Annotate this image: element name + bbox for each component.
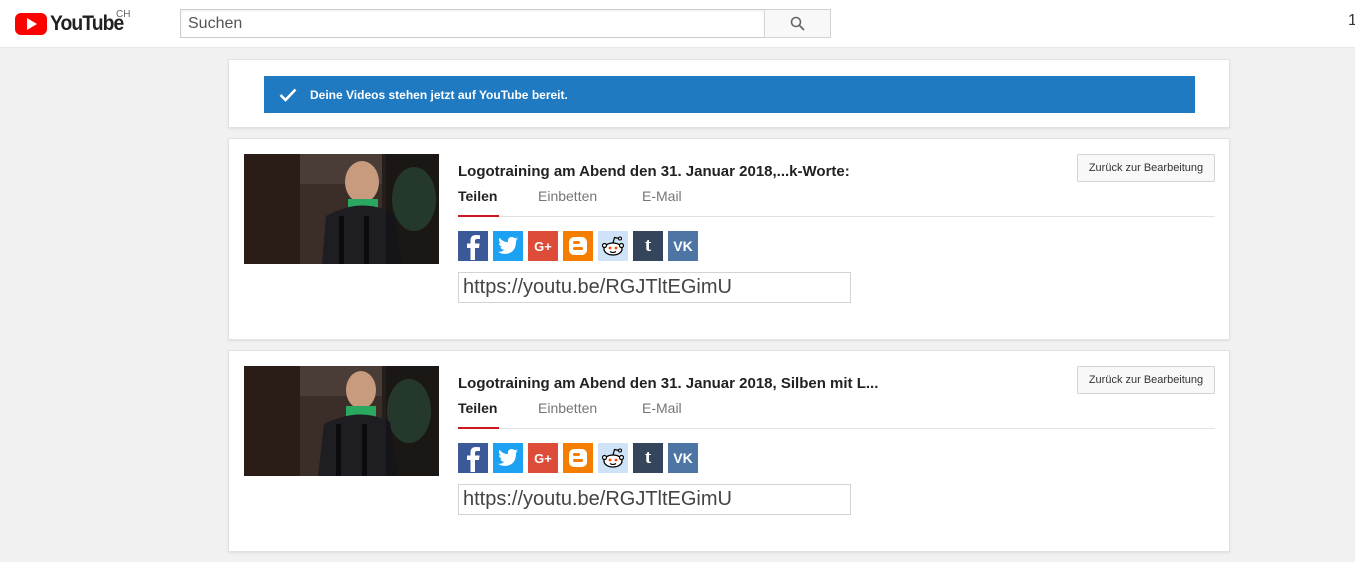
youtube-logo[interactable]: YouTube <box>15 12 130 36</box>
vk-icon: VK <box>673 238 693 254</box>
vk-share-button[interactable]: VK <box>668 443 698 473</box>
reddit-icon <box>601 448 625 468</box>
upload-indicator[interactable]: 1 <box>1348 12 1355 30</box>
logo-text: YouTube <box>50 12 124 35</box>
facebook-share-button[interactable] <box>458 443 488 473</box>
twitter-icon <box>497 237 518 254</box>
tumblr-icon: t <box>644 235 652 256</box>
reddit-share-button[interactable] <box>598 443 628 473</box>
twitter-share-button[interactable] <box>493 231 523 261</box>
checkmark-icon <box>279 88 297 102</box>
facebook-icon <box>467 447 480 472</box>
tab-embed[interactable]: Einbetten <box>538 400 597 429</box>
share-buttons: G+ t VK <box>458 231 703 261</box>
share-url-input[interactable] <box>458 484 851 515</box>
search-icon <box>790 16 805 31</box>
google-plus-icon: G+ <box>534 450 552 466</box>
notice-card: Deine Videos stehen jetzt auf YouTube be… <box>228 59 1230 128</box>
tumblr-share-button[interactable]: t <box>633 231 663 261</box>
search-input[interactable] <box>180 9 765 38</box>
youtube-play-icon <box>15 13 47 35</box>
video-card: Logotraining am Abend den 31. Januar 201… <box>228 138 1230 340</box>
back-to-edit-button[interactable]: Zurück zur Bearbeitung <box>1077 154 1215 182</box>
google-plus-share-button[interactable]: G+ <box>528 443 558 473</box>
success-message: Deine Videos stehen jetzt auf YouTube be… <box>310 87 568 102</box>
facebook-share-button[interactable] <box>458 231 488 261</box>
video-title[interactable]: Logotraining am Abend den 31. Januar 201… <box>458 375 878 392</box>
thumbnail-image <box>244 154 439 264</box>
vk-share-button[interactable]: VK <box>668 231 698 261</box>
share-url-input[interactable] <box>458 272 851 303</box>
video-thumbnail[interactable] <box>244 366 439 476</box>
tumblr-share-button[interactable]: t <box>633 443 663 473</box>
tab-share[interactable]: Teilen <box>458 400 499 429</box>
vk-icon: VK <box>673 450 693 466</box>
video-card: Logotraining am Abend den 31. Januar 201… <box>228 350 1230 552</box>
share-tabs: Teilen Einbetten E-Mail <box>458 188 1215 217</box>
twitter-share-button[interactable] <box>493 443 523 473</box>
blogger-share-button[interactable] <box>563 443 593 473</box>
google-plus-icon: G+ <box>534 238 552 254</box>
masthead: YouTube CH 1 <box>0 0 1355 48</box>
facebook-icon <box>467 235 480 260</box>
tab-email[interactable]: E-Mail <box>642 400 682 429</box>
search-button[interactable] <box>764 9 831 38</box>
reddit-share-button[interactable] <box>598 231 628 261</box>
share-buttons: G+ t VK <box>458 443 703 473</box>
blogger-share-button[interactable] <box>563 231 593 261</box>
video-thumbnail[interactable] <box>244 154 439 264</box>
country-code: CH <box>116 9 131 20</box>
tab-share[interactable]: Teilen <box>458 188 499 217</box>
blogger-icon <box>569 449 587 467</box>
google-plus-share-button[interactable]: G+ <box>528 231 558 261</box>
thumbnail-image <box>244 366 439 476</box>
success-banner: Deine Videos stehen jetzt auf YouTube be… <box>264 76 1195 113</box>
twitter-icon <box>497 449 518 466</box>
video-title[interactable]: Logotraining am Abend den 31. Januar 201… <box>458 163 850 180</box>
back-to-edit-button[interactable]: Zurück zur Bearbeitung <box>1077 366 1215 394</box>
tumblr-icon: t <box>644 447 652 468</box>
share-tabs: Teilen Einbetten E-Mail <box>458 400 1215 429</box>
reddit-icon <box>601 236 625 256</box>
tab-email[interactable]: E-Mail <box>642 188 682 217</box>
tab-embed[interactable]: Einbetten <box>538 188 597 217</box>
blogger-icon <box>569 237 587 255</box>
